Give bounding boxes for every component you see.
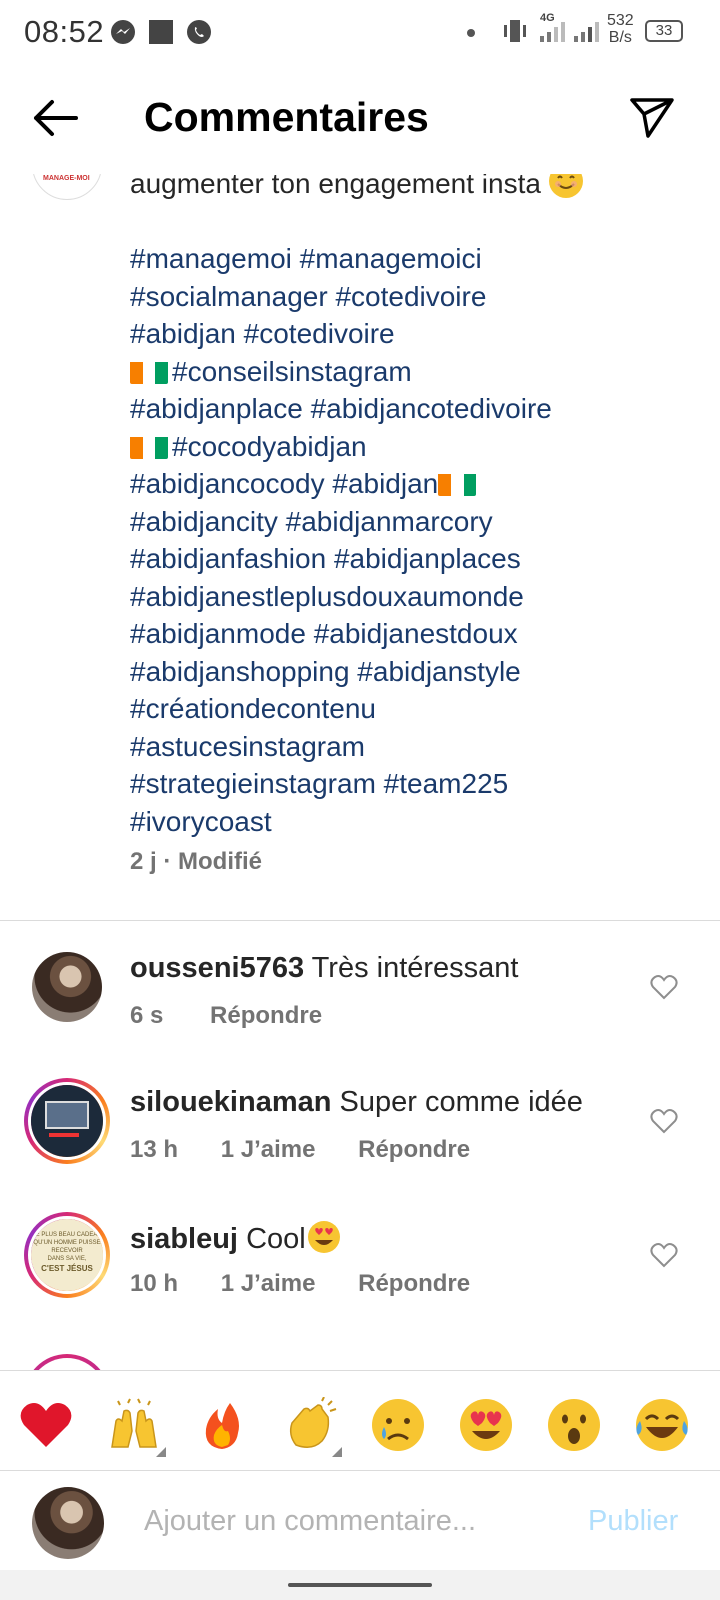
comment-username[interactable]: ousseni5763 xyxy=(130,952,304,984)
hashtag-line[interactable]: #abidjanmode #abidjanestdoux xyxy=(130,615,690,653)
ivory-coast-flag-icon xyxy=(438,471,477,496)
reply-button[interactable]: Répondre xyxy=(210,1002,322,1029)
notification-dot-icon xyxy=(467,29,475,37)
comment-item: silouekinaman Super comme idée 13 h 1 J’… xyxy=(0,1078,720,1206)
signal-2-icon xyxy=(574,22,599,42)
send-icon[interactable] xyxy=(628,92,676,140)
comment-time: 13 h xyxy=(130,1136,179,1163)
header: Commentaires xyxy=(0,64,720,174)
crying-face-icon[interactable] xyxy=(370,1397,426,1453)
next-avatar-peek xyxy=(24,1354,110,1370)
comment-composer: Publier xyxy=(0,1470,720,1570)
hashtag-line[interactable]: #créationdecontenu xyxy=(130,690,690,728)
hashtag-line[interactable]: #abidjancity #abidjanmarcory xyxy=(130,503,690,541)
hashtag-line[interactable]: #conseilsinstagram xyxy=(130,353,690,391)
poster-text: DANS SA VIE, xyxy=(47,1256,87,1262)
heart-icon[interactable] xyxy=(650,1242,678,1268)
caption-meta: 2 j · Modifié xyxy=(130,848,262,875)
comment-username[interactable]: siableuj xyxy=(130,1223,238,1255)
hashtag-line[interactable]: #managemoi #managemoici xyxy=(130,240,690,278)
avatar[interactable]: LE PLUS BEAU CADEAU QU'UN HOMME PUISSE R… xyxy=(24,1212,110,1298)
comment-time: 6 s xyxy=(130,1002,164,1029)
status-time: 08:52 xyxy=(24,14,105,49)
hashtag-line[interactable]: #astucesinstagram xyxy=(130,728,690,766)
divider xyxy=(0,920,720,921)
fire-icon[interactable] xyxy=(194,1397,250,1453)
tears-of-joy-icon[interactable] xyxy=(634,1397,690,1453)
gallery-icon xyxy=(149,20,173,44)
poster-text: QU'UN HOMME PUISSE RECEVOIR xyxy=(33,1240,101,1254)
comment-meta: 13 h 1 J’aime Répondre xyxy=(130,1136,506,1164)
emoji-bar xyxy=(0,1370,720,1470)
comment-time: 10 h xyxy=(130,1270,179,1297)
hashtag-line[interactable]: #abidjancocody #abidjan xyxy=(130,465,690,503)
vibrate-icon xyxy=(504,20,526,42)
heart-icon[interactable] xyxy=(650,1108,678,1134)
hashtag-line[interactable]: #abidjanplace #abidjancotedivoire xyxy=(130,390,690,428)
ivory-coast-flag-icon xyxy=(130,359,168,384)
comment-item: LE PLUS BEAU CADEAU QU'UN HOMME PUISSE R… xyxy=(0,1212,720,1340)
comment-text: siableuj Cool xyxy=(130,1220,342,1256)
heart-eyes-icon xyxy=(307,1221,340,1253)
likes-count[interactable]: 1 J’aime xyxy=(221,1136,316,1163)
comment-body: Cool xyxy=(246,1223,306,1255)
system-nav-bar xyxy=(0,1570,720,1600)
clapping-hands-icon[interactable] xyxy=(282,1396,342,1457)
hashtag-line[interactable]: #abidjanshopping #abidjanstyle xyxy=(130,653,690,691)
network-speed: 532 B/s xyxy=(607,12,634,46)
messenger-icon xyxy=(111,20,135,44)
hashtag-line[interactable]: #abidjanfashion #abidjanplaces xyxy=(130,540,690,578)
whatsapp-icon xyxy=(187,20,211,44)
poster-text: C'EST JÉSUS xyxy=(41,1264,93,1273)
hashtag-line[interactable]: #cocodyabidjan xyxy=(130,428,690,466)
hashtag-line[interactable]: #ivorycoast xyxy=(130,803,690,841)
raising-hands-icon[interactable] xyxy=(106,1397,166,1457)
page-title: Commentaires xyxy=(144,94,429,140)
heart-icon[interactable] xyxy=(650,974,678,1000)
back-arrow-icon[interactable] xyxy=(28,96,84,140)
reply-button[interactable]: Répondre xyxy=(358,1270,470,1297)
reply-button[interactable]: Répondre xyxy=(358,1136,470,1163)
caption-text: augmenter ton engagement insta #managemo… xyxy=(130,164,690,840)
battery-level: 33 xyxy=(655,22,673,39)
avatar-logo-text: MANAGE-MOI xyxy=(43,175,90,182)
comment-meta: 6 s Répondre xyxy=(130,1002,358,1030)
likes-count[interactable]: 1 J’aime xyxy=(221,1270,316,1297)
comment-text: ousseni5763 Très intéressant xyxy=(130,952,519,985)
avatar[interactable] xyxy=(24,1078,110,1164)
astonished-face-icon[interactable] xyxy=(546,1397,602,1453)
hashtag-line[interactable]: #strategieinstagram #team225 xyxy=(130,765,690,803)
avatar[interactable] xyxy=(32,952,102,1022)
hashtag-line[interactable]: #socialmanager #cotedivoire xyxy=(130,278,690,316)
comment-input[interactable] xyxy=(144,1501,544,1541)
red-heart-icon[interactable] xyxy=(18,1397,74,1453)
hashtag-line[interactable]: #abidjan #cotedivoire xyxy=(130,315,690,353)
comment-item: ousseni5763 Très intéressant 6 s Répondr… xyxy=(0,952,720,1072)
publish-button[interactable]: Publier xyxy=(588,1505,678,1538)
comment-text: silouekinaman Super comme idée xyxy=(130,1086,583,1119)
heart-eyes-icon[interactable] xyxy=(458,1397,514,1453)
battery-icon: 33 xyxy=(645,20,683,42)
hashtag-list: #managemoi #managemoici #socialmanager #c… xyxy=(130,240,690,840)
avatar xyxy=(32,1487,104,1559)
comment-body: Super comme idée xyxy=(339,1086,583,1118)
poster-text: LE PLUS BEAU CADEAU xyxy=(32,1232,102,1238)
signal-icon xyxy=(540,22,565,42)
comment-username[interactable]: silouekinaman xyxy=(130,1086,331,1118)
comment-body: Très intéressant xyxy=(311,952,519,984)
home-indicator[interactable] xyxy=(288,1583,432,1587)
ivory-coast-flag-icon xyxy=(130,434,168,459)
status-bar: 08:52 4G 532 B/s 33 xyxy=(0,0,720,64)
hashtag-line[interactable]: #abidjanestleplusdouxaumonde xyxy=(130,578,690,616)
comment-meta: 10 h 1 J’aime Répondre xyxy=(130,1270,506,1298)
